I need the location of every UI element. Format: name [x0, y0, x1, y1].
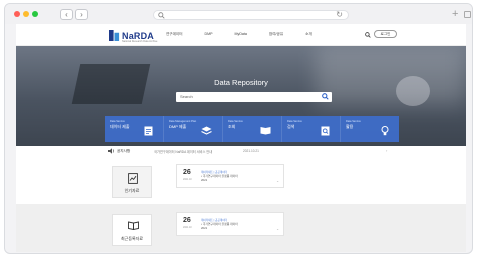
service-label: 활용 — [346, 124, 354, 129]
service-item-utilize[interactable]: Data Service 활용 — [341, 116, 399, 142]
address-bar[interactable]: ↻ — [153, 10, 349, 20]
notice-label: 공지사항 — [117, 149, 131, 153]
logo-subtitle: National Research Data Archive — [122, 40, 158, 43]
chevron-down-icon[interactable]: ⌄ — [276, 179, 279, 183]
item-day: 26 — [183, 217, 191, 224]
item-month: 2021.10 — [183, 178, 192, 181]
service-caption: Data Service — [346, 120, 361, 123]
category-label: 최근등록자료 — [120, 236, 144, 241]
search-icon[interactable] — [322, 93, 329, 100]
nav-item-participate[interactable]: 참여/공유 — [269, 32, 283, 37]
notice-bar: 공지사항 국가연구데이터 NaRDA 데이터 서비스 안내 2021.10.21… — [16, 146, 466, 156]
service-caption: Data Management Plan — [169, 120, 197, 123]
hero-title: Data Repository — [214, 78, 268, 87]
category-label: 인기자료 — [124, 188, 140, 193]
site-header: NaRDA National Research Data Archive 연구데… — [16, 24, 466, 46]
nav-item-mydata[interactable]: MyData — [235, 32, 247, 37]
notice-date: 2021.10.21 — [243, 149, 259, 153]
service-item-dmp-submit[interactable]: Data Management Plan DMP 제출 — [164, 116, 223, 142]
notice-link[interactable]: 국가연구데이터 NaRDA 데이터 서비스 안내 — [154, 149, 212, 154]
book-icon — [260, 127, 271, 135]
service-label: 검색 — [287, 124, 295, 129]
book-open-icon — [128, 221, 139, 230]
search-icon — [158, 12, 165, 19]
browser-window: ‹ › ↻ + NaRDA National Research Data Arc… — [4, 3, 473, 254]
logo-text: NaRDA — [122, 30, 155, 41]
login-button[interactable]: 로그인 — [374, 30, 397, 38]
service-caption: Data Service — [228, 120, 243, 123]
data-item-card[interactable]: 26 2021.10 데이터세트 | 공공데이터 • 국가연구데이터 플랫폼 데… — [176, 212, 284, 236]
close-window-button[interactable] — [14, 11, 20, 17]
service-item-search[interactable]: Data Service 검색 — [282, 116, 341, 142]
chevron-down-icon[interactable]: ⌄ — [276, 227, 279, 231]
recent-data-section: 최근등록자료 26 2021.10 데이터세트 | 공공데이터 • 국가연구데이… — [16, 204, 466, 252]
minimize-window-button[interactable] — [23, 11, 29, 17]
nav-item-about[interactable]: 소개 — [305, 32, 312, 37]
category-card-recent[interactable]: 최근등록자료 — [112, 214, 152, 246]
item-subtitle: 2021 — [201, 178, 208, 182]
page-viewport: NaRDA National Research Data Archive 연구데… — [16, 24, 466, 252]
popular-data-section: 인기자료 26 2021.10 데이터세트 | 공공데이터 • 국가연구데이터 … — [16, 156, 466, 204]
browser-toolbar: ‹ › ↻ + — [5, 4, 472, 24]
reload-icon[interactable]: ↻ — [336, 10, 343, 19]
lightbulb-icon — [381, 126, 389, 136]
service-label: 데이터 제출 — [110, 124, 130, 129]
narda-logo-icon — [109, 30, 120, 41]
hero-search-placeholder: Search — [180, 94, 193, 99]
service-item-data-submit[interactable]: Data Service 데이터 제출 — [105, 116, 164, 142]
item-month: 2021.10 — [183, 226, 192, 229]
speaker-icon — [108, 148, 114, 154]
data-item-card[interactable]: 26 2021.10 데이터세트 | 공공데이터 • 국가연구데이터 플랫폼 데… — [176, 164, 284, 188]
main-nav: 연구데이터 DMP MyData 참여/공유 소개 — [166, 32, 334, 37]
hero-light-decoration — [316, 46, 466, 106]
nav-item-dmp[interactable]: DMP — [205, 32, 213, 37]
back-button[interactable]: ‹ — [60, 9, 73, 20]
service-menu: Data Service 데이터 제출 Data Management Plan… — [105, 116, 399, 142]
service-caption: Data Service — [110, 120, 125, 123]
service-item-browse[interactable]: Data Service 조회 — [223, 116, 282, 142]
layers-icon — [201, 126, 212, 135]
hero-search-input[interactable]: Search — [176, 92, 332, 102]
tabs-overview-icon[interactable] — [464, 11, 471, 18]
new-tab-button[interactable]: + — [452, 8, 458, 20]
category-card-popular[interactable]: 인기자료 — [112, 166, 152, 198]
hero-banner: Data Repository Search Data Service 데이터 … — [16, 46, 466, 146]
item-day: 26 — [183, 169, 191, 176]
service-caption: Data Service — [287, 120, 302, 123]
site-logo[interactable]: NaRDA National Research Data Archive — [109, 30, 158, 43]
service-label: 조회 — [228, 124, 236, 129]
service-label: DMP 제출 — [169, 124, 187, 129]
nav-item-research-data[interactable]: 연구데이터 — [166, 32, 183, 37]
search-doc-icon — [321, 126, 330, 136]
notice-next-arrow[interactable]: › — [386, 148, 387, 153]
forward-button[interactable]: › — [75, 9, 88, 20]
header-search-icon[interactable] — [365, 32, 371, 38]
item-subtitle: 2021 — [201, 226, 208, 230]
zoom-window-button[interactable] — [32, 11, 38, 17]
trending-doc-icon — [128, 173, 138, 184]
document-icon — [144, 126, 153, 136]
